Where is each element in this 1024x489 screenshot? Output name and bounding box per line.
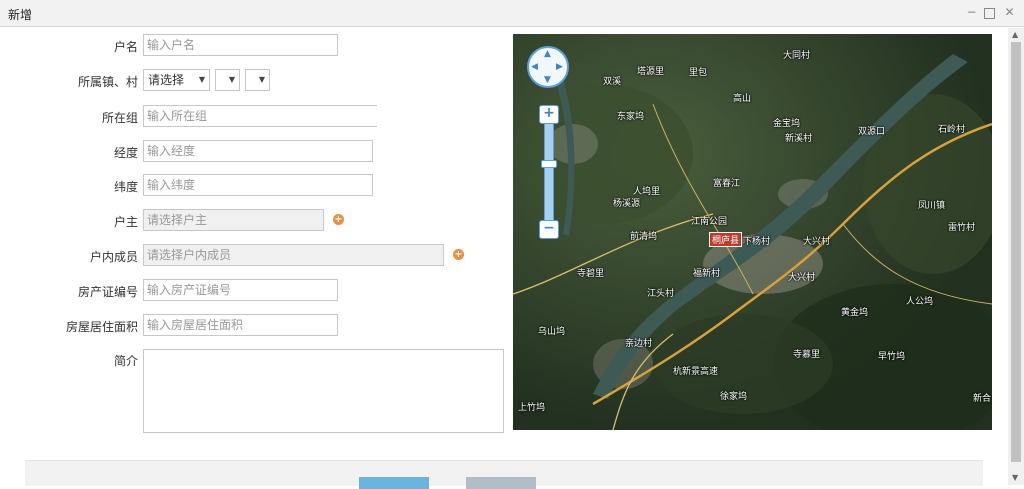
map-label: 下杨村 (743, 237, 771, 247)
add-owner-icon[interactable]: + (333, 214, 344, 225)
zoom-out-button[interactable]: − (539, 220, 559, 239)
map-imagery (513, 34, 992, 430)
save-button[interactable] (359, 477, 429, 489)
map-label: 早竹坞 (878, 352, 906, 362)
cert-label: 房产证编号 (77, 285, 138, 299)
zoom-slider-handle[interactable] (541, 160, 557, 168)
arrow-down-icon[interactable]: ▼ (544, 75, 551, 85)
row-cert: 房产证编号 (0, 279, 138, 303)
map-label: 双源口 (858, 127, 886, 137)
map-label: 新溪村 (785, 134, 813, 144)
village-select[interactable]: ▼ (215, 69, 240, 91)
scroll-up-icon[interactable]: ▲ (1012, 30, 1018, 39)
map-label: 里包 (689, 68, 708, 78)
map-label: 东家坞 (617, 112, 645, 122)
location-label: 所属镇、村 (77, 75, 138, 89)
map-label: 高山 (733, 94, 752, 104)
map-label: 亲边村 (625, 339, 653, 349)
owner-label: 户主 (113, 215, 138, 229)
group-label: 所在组 (101, 111, 138, 125)
scrollbar-thumb[interactable] (1011, 42, 1021, 462)
row-location: 所属镇、村 (0, 69, 138, 93)
intro-label: 简介 (113, 354, 138, 368)
map-label: 人公坞 (906, 297, 934, 307)
arrow-left-icon[interactable]: ◀ (531, 62, 538, 72)
household-name-input[interactable]: 输入户名 (143, 34, 338, 56)
owner-input[interactable]: 请选择户主 (143, 209, 324, 231)
map-label: 江南公园 (691, 217, 728, 227)
map-label: 塔源里 (637, 67, 665, 77)
chevron-down-icon: ▼ (258, 75, 265, 84)
row-longitude: 经度 (0, 140, 138, 164)
dialog-footer (25, 460, 983, 489)
area-label: 房屋居住面积 (65, 320, 138, 334)
zoom-in-button[interactable]: + (539, 105, 559, 124)
map-label: 寺慕里 (793, 350, 821, 360)
row-group: 所在组 (0, 105, 138, 129)
members-label: 户内成员 (89, 250, 138, 264)
map-label: 徐家坞 (720, 392, 748, 402)
map-label: 大兴村 (803, 237, 831, 247)
minimize-icon[interactable]: − (965, 6, 978, 19)
map-county-badge: 桐庐县 (709, 232, 743, 247)
chevron-down-icon: ▼ (228, 75, 235, 84)
household-name-label: 户名 (113, 40, 138, 54)
cert-no-input[interactable]: 输入房产证编号 (143, 279, 338, 301)
cancel-button[interactable] (466, 477, 536, 489)
row-area: 房屋居住面积 (0, 314, 138, 338)
add-member-icon[interactable]: + (453, 249, 464, 260)
row-household-name: 户名 (0, 34, 138, 58)
latitude-label: 纬度 (113, 180, 138, 194)
area-input[interactable]: 输入房屋居住面积 (143, 314, 338, 336)
row-owner: 户主 (0, 209, 138, 233)
group-input[interactable]: 输入所在组 (143, 105, 377, 127)
longitude-label: 经度 (113, 146, 138, 160)
chevron-down-icon: ▼ (198, 75, 205, 84)
map-label: 寺碧里 (577, 269, 605, 279)
longitude-input[interactable]: 输入经度 (143, 140, 373, 162)
map-label: 大同村 (783, 51, 811, 61)
intro-textarea[interactable] (143, 349, 504, 433)
vertical-scrollbar[interactable]: ▲ ▼ (1008, 28, 1024, 485)
zoom-slider-track[interactable] (544, 122, 554, 234)
map-label: 杭新景高速 (673, 367, 719, 377)
town-select[interactable]: 请选择 ▼ (143, 69, 210, 91)
map-label: 杨溪源 (613, 199, 641, 209)
arrow-right-icon[interactable]: ▶ (556, 62, 563, 72)
map-label: 凤川镇 (918, 201, 946, 211)
map-label: 石岭村 (938, 125, 966, 135)
scroll-down-icon[interactable]: ▼ (1012, 473, 1018, 482)
map-label: 上竹坞 (518, 403, 546, 413)
map-label: 黄金坞 (841, 308, 869, 318)
close-icon[interactable]: ✕ (1003, 6, 1016, 19)
maximize-icon[interactable] (984, 8, 995, 19)
map-label: 雷竹村 (948, 223, 976, 233)
satellite-map[interactable]: 大同村 塔源里 里包 双溪 东家坞 高山 金宝坞 新溪村 石岭村 双源口 人坞里… (513, 34, 992, 430)
map-label: 双溪 (603, 77, 622, 87)
map-label: 福新村 (693, 269, 721, 279)
latitude-input[interactable]: 输入纬度 (143, 174, 373, 196)
map-label: 新合 (973, 394, 992, 404)
map-label: 前清坞 (630, 232, 658, 242)
row-members: 户内成员 (0, 244, 138, 268)
map-label: 富春江 (713, 179, 741, 189)
map-pan-control[interactable]: ▲ ▼ ◀ ▶ (527, 46, 569, 88)
map-label: 大兴村 (788, 273, 816, 283)
town-select-value: 请选择 (148, 73, 185, 87)
map-label: 乌山坞 (538, 327, 566, 337)
map-label: 金宝坞 (773, 119, 801, 129)
row-intro: 简介 (0, 348, 138, 372)
row-latitude: 纬度 (0, 174, 138, 198)
members-input[interactable]: 请选择户内成员 (143, 244, 444, 266)
map-label: 江头村 (647, 289, 675, 299)
dialog-title: 新增 (8, 8, 33, 22)
arrow-up-icon[interactable]: ▲ (544, 49, 551, 59)
group-select[interactable]: ▼ (245, 69, 270, 91)
dialog-titlebar: 新增 − ✕ (0, 0, 1024, 27)
